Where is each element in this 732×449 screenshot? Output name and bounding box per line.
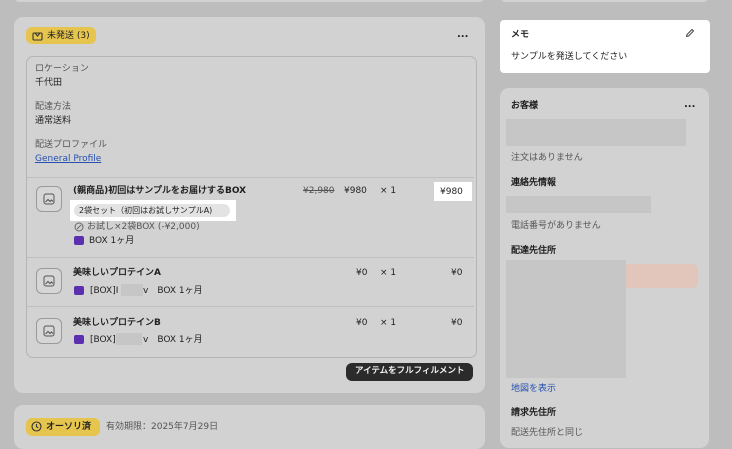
divider xyxy=(27,257,474,258)
discount-text: お試し×2袋BOX (-¥2,000) xyxy=(87,222,200,232)
customer-title: お客様 xyxy=(511,101,539,111)
previous-side-card-bottom xyxy=(500,0,709,2)
customer-order-count: 注文はありません xyxy=(511,153,583,163)
item-quantity: × 1 xyxy=(380,186,397,196)
item-price: ¥0 xyxy=(356,318,368,328)
redacted-text xyxy=(121,284,143,296)
subscription-plan-right: v BOX 1ヶ月 xyxy=(143,286,203,296)
item-title[interactable]: 美味しいプロテインA xyxy=(73,268,161,278)
shipping-profile-link[interactable]: General Profile xyxy=(35,154,101,164)
item-total: ¥0 xyxy=(451,268,463,278)
no-phone-text: 電話番号がありません xyxy=(511,221,601,231)
redacted-text xyxy=(116,333,142,345)
discount-icon xyxy=(74,222,84,232)
item-quantity: × 1 xyxy=(380,268,397,278)
item-original-price: ¥2,980 xyxy=(303,186,335,196)
item-title[interactable]: (親商品)初回はサンプルをお届けするBOX xyxy=(73,186,246,196)
item-price: ¥0 xyxy=(356,268,368,278)
item-price: ¥980 xyxy=(344,186,367,196)
image-placeholder-icon xyxy=(43,325,55,337)
address-warning-banner xyxy=(620,264,698,288)
shipping-profile-label: 配送プロファイル xyxy=(35,140,108,150)
pencil-icon[interactable] xyxy=(685,28,695,38)
product-thumbnail[interactable] xyxy=(36,186,62,212)
variant-tag: 2袋セット（初回はお試しサンプルA) xyxy=(79,206,213,215)
redacted-email xyxy=(506,196,651,213)
subscription-plan-right: v BOX 1ヶ月 xyxy=(143,335,203,345)
item-total: ¥980 xyxy=(440,187,463,197)
fulfill-items-label: アイテムをフルフィルメント xyxy=(355,366,465,376)
subscription-plan-icon xyxy=(74,286,84,295)
unfulfilled-more-button[interactable]: ... xyxy=(457,29,468,41)
clock-icon xyxy=(31,421,42,432)
location-label: ロケーション xyxy=(35,64,89,74)
customer-more-button[interactable]: ... xyxy=(684,99,695,111)
image-placeholder-icon xyxy=(43,275,55,287)
unfulfilled-badge-label: 未発送 (3) xyxy=(47,31,90,41)
item-total: ¥0 xyxy=(451,318,463,328)
redacted-address xyxy=(506,260,626,378)
item-quantity: × 1 xyxy=(380,318,397,328)
divider xyxy=(27,177,474,178)
previous-card-bottom xyxy=(14,0,485,2)
subscription-plan-left: [BOX]I xyxy=(90,286,119,296)
authorization-expiry: 有効期限：2025年7月29日 xyxy=(106,422,219,432)
package-icon xyxy=(32,32,43,41)
memo-title: メモ xyxy=(511,30,530,40)
memo-text: サンプルを発送してください xyxy=(511,52,628,62)
redacted-customer-name xyxy=(506,119,686,146)
billing-address-title: 請求先住所 xyxy=(511,408,557,418)
shipping-method-label: 配達方法 xyxy=(35,102,72,112)
subscription-plan: BOX 1ヶ月 xyxy=(89,236,135,246)
view-map-link[interactable]: 地図を表示 xyxy=(511,384,556,394)
memo-card xyxy=(500,20,710,73)
item-title[interactable]: 美味しいプロテインB xyxy=(73,318,161,328)
contact-info-title: 連絡先情報 xyxy=(511,178,557,188)
image-placeholder-icon xyxy=(43,193,55,205)
product-thumbnail[interactable] xyxy=(36,318,62,344)
shipping-address-title: 配達先住所 xyxy=(511,246,557,256)
authorized-badge-label: オーソリ済 xyxy=(46,422,92,432)
subscription-plan-icon xyxy=(74,236,84,245)
location-value: 千代田 xyxy=(35,78,63,88)
subscription-plan-left: [BOX] xyxy=(90,335,116,345)
shipping-method-value: 通常送料 xyxy=(35,116,72,126)
billing-address-value: 配送先住所と同じ xyxy=(511,428,584,438)
divider xyxy=(27,306,474,307)
subscription-plan-icon xyxy=(74,335,84,344)
product-thumbnail[interactable] xyxy=(36,268,62,294)
